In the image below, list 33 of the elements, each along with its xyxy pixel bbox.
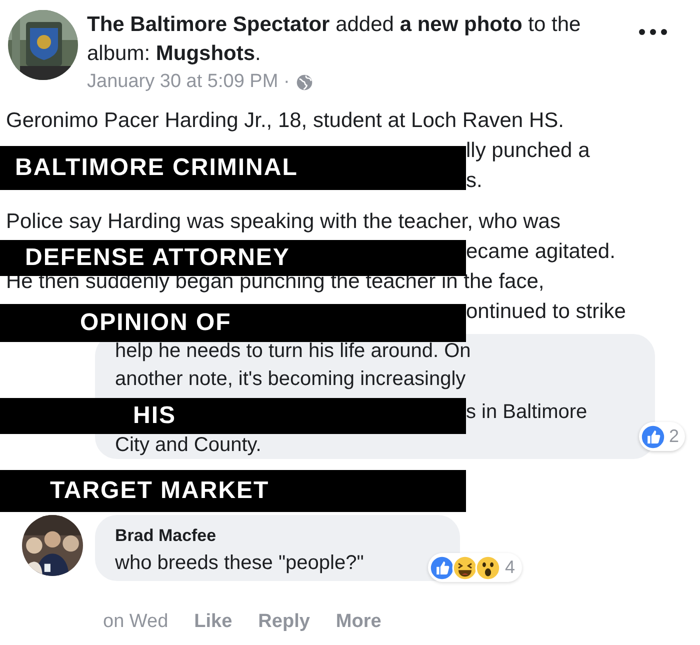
like-icon bbox=[640, 424, 666, 450]
comment-text-line: City and County. bbox=[115, 433, 262, 458]
caption-text: OPINION OF bbox=[80, 309, 232, 337]
post-text-fragment: ontinued to strike bbox=[466, 299, 626, 326]
caption-text: BALTIMORE CRIMINAL bbox=[15, 154, 298, 182]
comment-time: on Wed bbox=[103, 610, 168, 634]
reaction-count: 4 bbox=[505, 556, 516, 579]
post-text-line: Police say Harding was speaking with the teacher, who was bbox=[6, 209, 560, 236]
caption-text: DEFENSE ATTORNEY bbox=[25, 244, 290, 272]
commenter-name[interactable]: Brad Macfee bbox=[115, 523, 216, 549]
laughing-face-icon bbox=[452, 554, 478, 580]
comment-text-line: help he needs to turn his life around. On bbox=[115, 339, 471, 364]
comment-action-link[interactable]: Reply bbox=[258, 608, 310, 636]
globe-icon bbox=[296, 74, 313, 90]
comment-action-link[interactable]: More bbox=[336, 608, 382, 636]
caption-text: HIS bbox=[133, 402, 176, 430]
post-timestamp: January 30 at 5:09 PM · bbox=[87, 70, 290, 94]
caption-text: TARGET MARKET bbox=[50, 477, 270, 505]
surprised-face-icon bbox=[475, 554, 501, 580]
reply-text: who breeds these "people?" bbox=[115, 551, 364, 576]
reaction-badge[interactable]: 2 bbox=[638, 422, 685, 451]
like-icon bbox=[429, 554, 455, 580]
post-header: The Baltimore Spectator added a new photo to the album: Mugshots. bbox=[87, 12, 582, 67]
more-options-icon[interactable] bbox=[638, 28, 668, 36]
comment-text-fragment: s in Baltimore bbox=[466, 400, 588, 425]
reaction-badge[interactable]: 4 bbox=[428, 553, 522, 582]
comment-text-line: another note, it's becoming increasingly bbox=[115, 367, 466, 392]
post-text-line: Geronimo Pacer Harding Jr., 18, student at Loch Raven HS. bbox=[6, 108, 564, 134]
post-text-fragment: ecame agitated. bbox=[466, 239, 616, 266]
comment-action-link[interactable]: Like bbox=[194, 608, 232, 636]
reaction-count: 2 bbox=[668, 425, 679, 448]
post-text-fragment: s. bbox=[466, 168, 482, 194]
post-text-fragment: lly punched a bbox=[466, 138, 590, 164]
